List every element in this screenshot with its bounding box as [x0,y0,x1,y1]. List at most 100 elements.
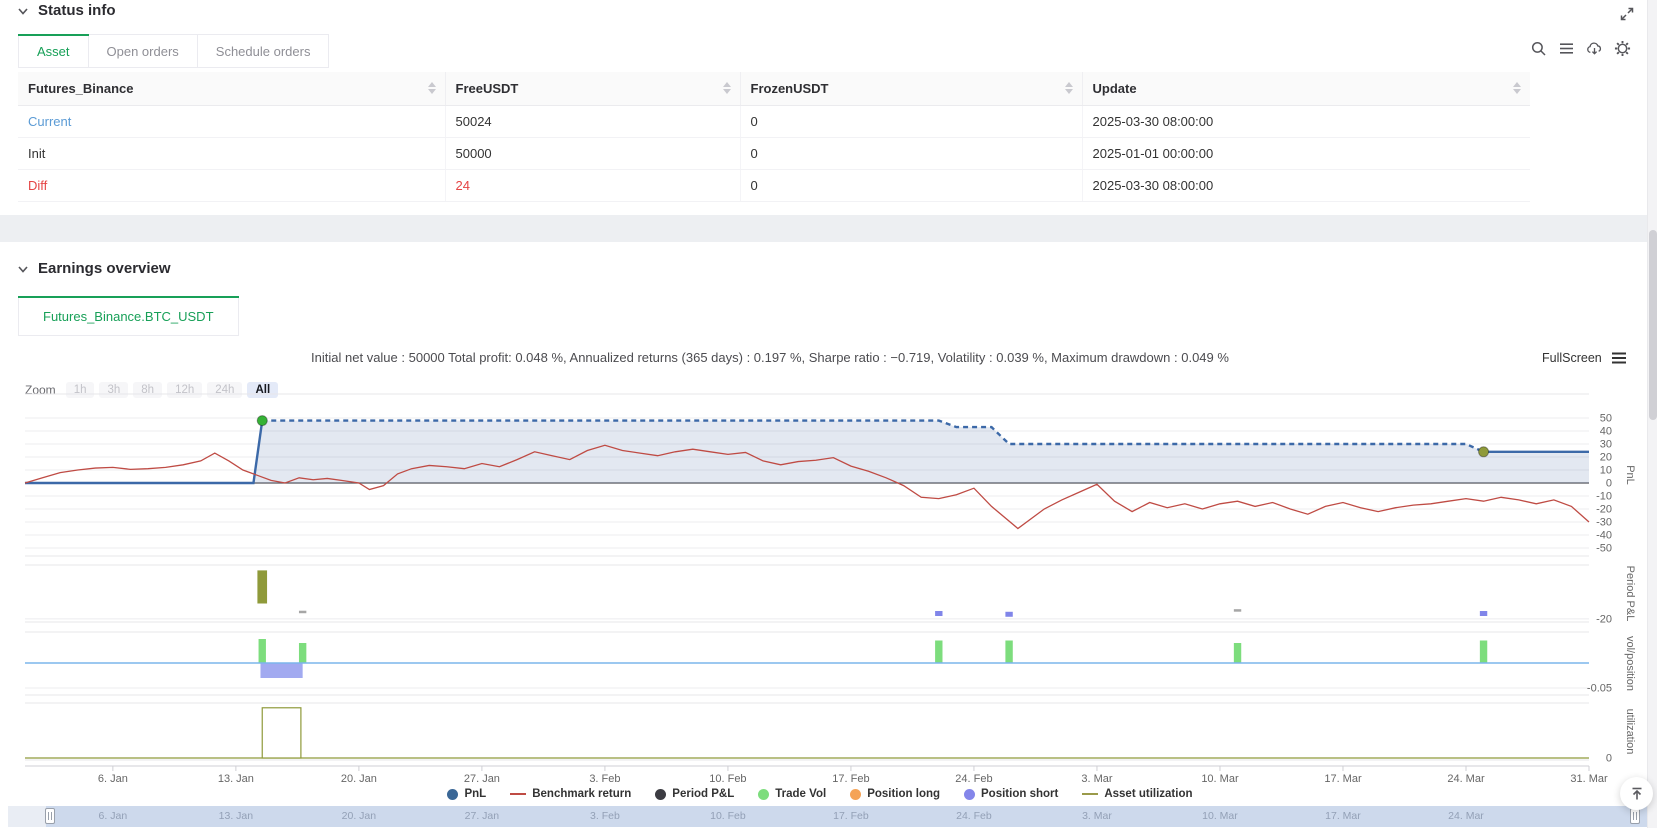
x-tick-label: 10. Feb [709,773,746,785]
y-tick-label: -20 [1596,613,1612,625]
navigator-date-label: 3. Feb [590,810,620,822]
cell-freeusdt: 50024 [445,105,741,138]
trade-vol-bar[interactable] [935,640,943,664]
pnl-area [25,420,1589,483]
y-tick-label: -40 [1596,530,1612,542]
gear-icon[interactable] [1614,40,1631,57]
x-tick-label: 24. Feb [955,773,992,785]
arrow-to-top-icon [1632,787,1641,799]
column-header-frozenusdt[interactable]: FrozenUSDT [740,72,1083,106]
trade-vol-bar[interactable] [1233,643,1242,663]
table-header-row: Futures_Binance FreeUSDT FrozenUSDT Upda… [18,72,1530,106]
legend-line-icon [1082,792,1099,796]
tab-asset[interactable]: Asset [18,34,89,68]
legend-dot-icon [758,788,770,800]
axis-title-pnl: PnL [1624,465,1636,485]
period-p-l-bar[interactable] [298,610,307,614]
chart-navigator[interactable]: 6. Jan 13. Jan 20. Jan 27. Jan 3. Feb 10. Feb… [8,806,1648,827]
y-tick-label: 30 [1600,439,1612,451]
tab-futures-binance-btc-usdt[interactable]: Futures_Binance.BTC_USDT [18,296,239,336]
cell-frozenusdt: 0 [740,137,1083,170]
menu-icon[interactable] [1558,40,1575,57]
x-axis: 6. Jan 13. Jan 20. Jan 27. Jan 3. Feb 10. Feb… [25,765,1608,785]
status-info-section: Status info Asset Open orders Schedule ord… [0,0,1657,215]
column-header-freeusdt[interactable]: FreeUSDT [445,72,741,106]
period-p-l-bar[interactable] [1479,611,1488,617]
column-header-update[interactable]: Update [1082,72,1530,106]
navigator-date-label: 17. Feb [833,810,869,822]
column-header-futures-binance[interactable]: Futures_Binance [18,72,446,106]
x-tick-label: 10. Mar [1201,773,1239,785]
y-tick-label: -50 [1596,543,1612,555]
expand-icon[interactable] [1618,5,1635,22]
legend-dot-icon [964,788,976,800]
navigator-unselected-zone [8,806,46,827]
scrollbar-thumb[interactable] [1649,230,1657,420]
cell-freeusdt: 50000 [445,137,741,170]
tab-schedule-orders[interactable]: Schedule orders [197,34,330,68]
position-short-bar[interactable] [260,663,303,678]
x-tick-label: 6. Jan [98,773,128,785]
collapse-chevron-icon[interactable] [16,4,30,18]
period-p-l-bar[interactable] [935,611,943,617]
earnings-chart: 50403020100-10-20-30-40-50PnL-20 Period P… [24,393,1636,785]
legend-item-position-long[interactable]: Position long [850,788,940,800]
cell-update: 2025-01-01 00:00:00 [1082,137,1530,170]
row-label[interactable]: Diff [18,169,446,202]
navigator-date-label: 27. Jan [464,810,500,822]
period-p-l-bar[interactable] [1005,611,1013,617]
trade-vol-bar[interactable] [298,643,307,663]
page-scrollbar [1647,0,1657,828]
position-open-marker[interactable] [256,415,268,427]
navigator-left-handle[interactable] [45,808,55,824]
fullscreen-label: FullScreen [1542,351,1602,365]
tab-open-orders[interactable]: Open orders [88,34,198,68]
cloud-download-icon[interactable] [1586,40,1603,57]
cell-update: 2025-03-30 08:00:00 [1082,105,1530,138]
pnl-line [25,420,264,485]
cell-update: 2025-03-30 08:00:00 [1082,169,1530,202]
position-close-marker[interactable] [1478,446,1490,458]
period-p-l-bar[interactable] [1233,609,1242,612]
x-tick-label: 31. Mar [1570,773,1608,785]
legend-item-benchmark-return[interactable]: Benchmark return [510,788,631,800]
legend-item-asset-utilization[interactable]: Asset utilization [1082,788,1193,800]
row-label[interactable]: Current [18,105,446,138]
navigator-right-handle[interactable] [1630,808,1640,824]
legend-item-position-short[interactable]: Position short [964,788,1058,800]
x-tick-label: 17. Mar [1324,773,1362,785]
trade-vol-bar[interactable] [1479,640,1488,664]
cell-frozenusdt: 0 [740,169,1083,202]
navigator-date-label: 10. Feb [710,810,746,822]
cell-freeusdt: 24 [445,169,741,202]
x-tick-label: 20. Jan [341,773,377,785]
legend-dot-icon [447,788,459,800]
y-tick-label: 40 [1600,426,1612,438]
y-tick-label: -10 [1596,491,1612,503]
utilization-panel: 0 utilization [25,702,1636,765]
section-title-status: Status info [38,2,116,19]
back-to-top-button[interactable] [1620,777,1653,810]
status-tabs: Asset Open orders Schedule orders [18,34,330,68]
legend-item-period-p-l[interactable]: Period P&L [655,788,734,800]
period-p-l-bar[interactable] [257,570,268,604]
row-label: Init [18,137,446,170]
table-row-current: Current 50024 0 2025-03-30 08:00:00 [18,105,1530,138]
navigator-date-label: 3. Mar [1082,810,1112,822]
y-tick-label: -0.05 [1587,683,1612,695]
period-pnl-panel: -20 Period P&L [25,564,1636,625]
legend-item-trade-vol[interactable]: Trade Vol [758,788,826,800]
chart-menu-icon[interactable] [1611,351,1627,365]
legend-item-pnl[interactable]: PnL [447,788,486,800]
axis-title-utilization: utilization [1624,709,1636,755]
trade-vol-bar[interactable] [1005,640,1013,664]
sort-icon [1513,82,1521,95]
collapse-chevron-icon[interactable] [16,262,30,276]
sort-icon [427,82,436,95]
search-icon[interactable] [1530,40,1547,57]
asset-utilization-spike-bar[interactable] [261,707,302,759]
fullscreen-button[interactable]: FullScreen [1542,351,1627,365]
trade-vol-bar[interactable] [258,639,266,663]
vol-position-panel: -0.05 vol/position [25,631,1636,696]
navigator-date-label: 13. Jan [218,810,254,822]
